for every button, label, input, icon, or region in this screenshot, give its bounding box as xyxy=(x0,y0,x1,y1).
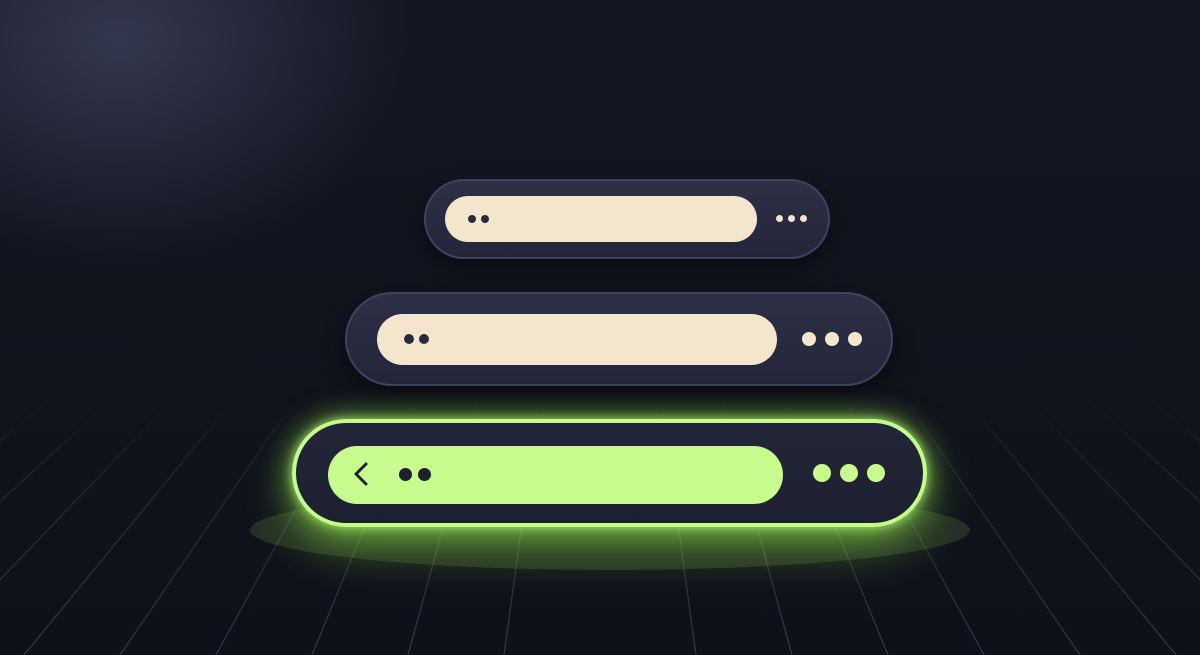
indicator-dot xyxy=(418,468,431,481)
indicator-dot xyxy=(399,468,412,481)
more-horizontal-icon[interactable] xyxy=(774,211,812,227)
scene-background xyxy=(0,0,1200,655)
indicator-dot xyxy=(419,334,429,344)
more-horizontal-icon[interactable] xyxy=(811,463,891,485)
url-field-small[interactable] xyxy=(445,196,757,242)
more-horizontal-icon[interactable] xyxy=(800,330,870,350)
indicator-dot xyxy=(481,215,489,223)
url-field-medium[interactable] xyxy=(377,314,777,365)
address-bar-active xyxy=(292,419,927,527)
address-bar-small xyxy=(424,179,830,259)
url-field-active[interactable] xyxy=(328,446,783,504)
chevron-left-icon[interactable] xyxy=(352,461,370,487)
indicator-dot xyxy=(468,215,476,223)
address-bar-medium xyxy=(345,292,893,386)
indicator-dot xyxy=(404,334,414,344)
